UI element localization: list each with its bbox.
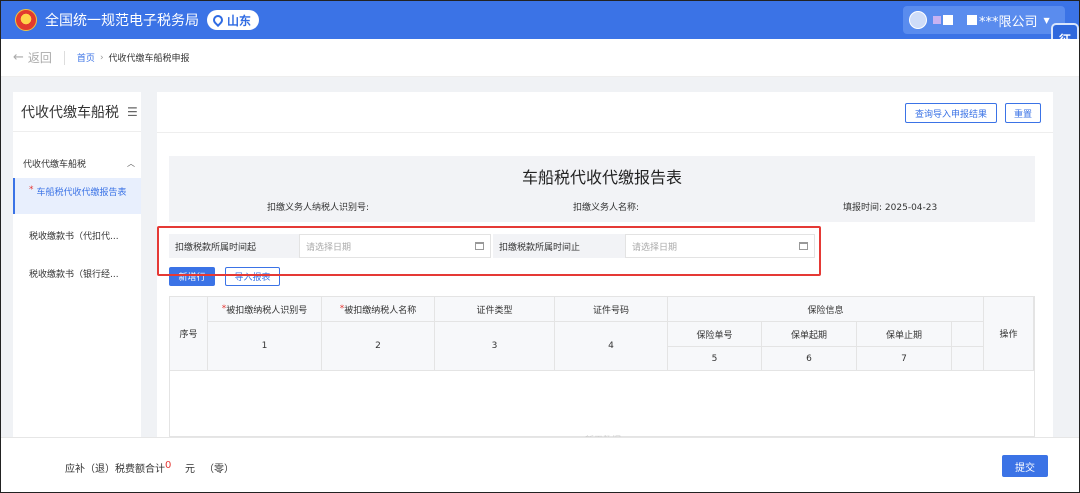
top-header: 全国统一规范电子税务局 山东 ***限公司 ▼ <box>1 1 1079 39</box>
table-header-serial: 序号 <box>170 297 208 371</box>
table-header-truncated <box>952 322 984 347</box>
sidebar-title: 代收代缴车船税 ☰ <box>13 92 141 132</box>
end-date-placeholder: 请选择日期 <box>632 242 678 253</box>
user-menu[interactable]: ***限公司 ▼ <box>903 6 1065 34</box>
end-date-label: 扣缴税款所属时间止 <box>493 234 625 258</box>
caret-down-icon: ▼ <box>1043 15 1050 25</box>
sidebar-item-label: 税收缴款书（银行经... <box>29 269 119 280</box>
reset-button[interactable]: 重置 <box>1005 103 1041 123</box>
sidebar-item-label: 税收缴款书（代扣代... <box>29 231 119 242</box>
table-header-actions: 操作 <box>984 297 1034 371</box>
table-index-cell: 7 <box>857 347 952 371</box>
divider <box>63 50 65 65</box>
calendar-icon <box>475 242 484 250</box>
table-header-taxpayer-id: * 被扣缴纳税人识别号 <box>208 297 322 322</box>
table-header-text: 被扣缴纳税人名称 <box>344 305 417 316</box>
breadcrumb-home-link[interactable]: 首页 <box>77 51 95 64</box>
table-header-text: 被扣缴纳税人识别号 <box>226 305 308 316</box>
report-title: 车船税代收代缴报告表 <box>521 168 682 187</box>
total-label: 应补（退）税费额合计 <box>65 464 165 475</box>
site-title[interactable]: 全国统一规范电子税务局 <box>45 10 199 30</box>
fill-time-label: 填报时间: <box>843 203 883 213</box>
table-index-cell: 1 <box>208 322 322 371</box>
sidebar-group-header[interactable]: 代收代缴车船税 ︿ <box>13 152 141 174</box>
table-header-policy-start: 保单起期 <box>762 322 857 347</box>
footer-bar: 应补（退）税费额合计 0 元 （零） 提交 <box>1 437 1079 492</box>
table-index-cell: 4 <box>555 322 668 371</box>
sidebar-item-payment-withhold[interactable]: 税收缴款书（代扣代... <box>13 218 141 252</box>
submit-button[interactable]: 提交 <box>1002 455 1048 477</box>
table-header-insurance: 保险信息 <box>668 297 984 322</box>
arrow-left-icon: ← <box>13 50 24 65</box>
import-report-button[interactable]: 导入报表 <box>225 267 280 286</box>
masked-name-block <box>933 16 941 24</box>
required-mark: * <box>29 185 34 195</box>
avatar <box>909 11 927 29</box>
table-header-id-type: 证件类型 <box>435 297 555 322</box>
back-label: 返回 <box>27 51 52 65</box>
chevron-up-icon: ︿ <box>127 158 135 168</box>
breadcrumb: ← 返回 首页 › 代收代缴车船税申报 <box>1 39 1079 77</box>
tax-emblem-icon <box>15 9 37 31</box>
sidebar: 代收代缴车船税 ☰ 代收代缴车船税 ︿ * 车船税代收代缴报告表 税收缴款书（代… <box>13 92 141 437</box>
add-row-button[interactable]: 新增行 <box>169 267 215 286</box>
withholder-id-label: 扣缴义务人纳税人识别号: <box>267 203 370 213</box>
divider <box>157 132 1053 133</box>
region-label: 山东 <box>227 13 252 28</box>
report-table: 序号 * 被扣缴纳税人识别号 * 被扣缴纳税人名称 证件类型 证件号码 保险信息 操… <box>169 296 1035 446</box>
end-date-input[interactable]: 请选择日期 <box>625 234 815 258</box>
start-date-placeholder: 请选择日期 <box>306 242 352 253</box>
report-header: 车船税代收代缴报告表 扣缴义务人纳税人识别号: 扣缴义务人名称: 填报时间: 2… <box>169 156 1035 222</box>
start-date-input[interactable]: 请选择日期 <box>299 234 491 258</box>
fill-time-value: 2025-04-23 <box>884 203 938 213</box>
sidebar-item-label: 车船税代收代缴报告表 <box>36 188 127 198</box>
date-filter-row: 扣缴税款所属时间起 请选择日期 扣缴税款所属时间止 请选择日期 <box>169 234 815 258</box>
sidebar-item-report-form[interactable]: * 车船税代收代缴报告表 <box>13 178 141 214</box>
main-content: 查询导入申报结果 重置 车船税代收代缴报告表 扣缴义务人纳税人识别号: 扣缴义务… <box>157 92 1053 446</box>
total-amount-chinese: （零） <box>204 464 234 475</box>
masked-name-block <box>943 15 953 25</box>
menu-collapse-icon[interactable]: ☰ <box>127 105 138 119</box>
table-index-cell: 6 <box>762 347 857 371</box>
table-header-id-number: 证件号码 <box>555 297 668 322</box>
back-button[interactable]: ← 返回 <box>13 49 52 66</box>
company-name: ***限公司 <box>979 14 1038 30</box>
table-index-cell: 5 <box>668 347 762 371</box>
region-selector[interactable]: 山东 <box>207 10 260 30</box>
sidebar-group-label: 代收代缴车船税 <box>23 159 87 170</box>
table-header-policy-no: 保险单号 <box>668 322 762 347</box>
query-import-result-button[interactable]: 查询导入申报结果 <box>905 103 997 123</box>
breadcrumb-current: 代收代缴车船税申报 <box>108 54 190 64</box>
fill-time: 填报时间: 2025-04-23 <box>843 200 937 213</box>
total-amount: 0 <box>165 460 172 471</box>
table-index-cell: 2 <box>322 322 435 371</box>
table-header-taxpayer-name: * 被扣缴纳税人名称 <box>322 297 435 322</box>
table-header-policy-end: 保单止期 <box>857 322 952 347</box>
location-pin-icon <box>210 12 226 28</box>
start-date-label: 扣缴税款所属时间起 <box>169 234 299 258</box>
currency-unit: 元 <box>185 464 195 475</box>
sidebar-title-text: 代收代缴车船税 <box>21 104 119 121</box>
masked-name-block <box>967 15 977 25</box>
breadcrumb-separator: › <box>99 52 104 63</box>
table-index-cell <box>952 347 984 371</box>
table-index-cell: 3 <box>435 322 555 371</box>
calendar-icon <box>799 242 808 250</box>
withholder-name-label: 扣缴义务人名称: <box>573 203 640 213</box>
sidebar-item-payment-bank[interactable]: 税收缴款书（银行经... <box>13 256 141 290</box>
